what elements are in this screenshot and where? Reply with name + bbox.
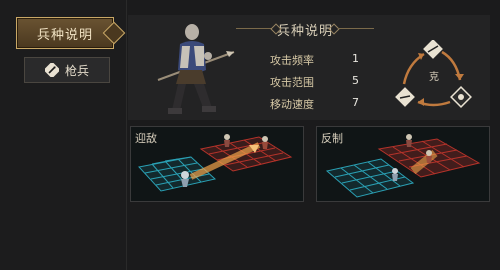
title-decor-line-right bbox=[338, 28, 374, 29]
archer-unit-icon bbox=[395, 87, 415, 107]
panel-title-text: 兵种说明 bbox=[276, 23, 333, 39]
title-decor-line-left bbox=[236, 28, 272, 29]
stat-label: 移动速度 bbox=[270, 98, 314, 111]
stat-move-speed: 移动速度 7 bbox=[270, 96, 370, 112]
tab-unit-description-label: 兵种说明 bbox=[36, 27, 93, 43]
demo-counter: 反制 bbox=[316, 126, 490, 202]
stat-value: 7 bbox=[352, 96, 359, 109]
demo-engage: 迎敌 bbox=[130, 126, 304, 202]
demo-title: 反制 bbox=[321, 132, 343, 145]
demo-title: 迎敌 bbox=[135, 132, 157, 145]
stat-attack-frequency: 攻击频率 1 bbox=[270, 52, 370, 68]
spear-unit-icon bbox=[423, 40, 443, 59]
counter-center-char: 克 bbox=[429, 71, 439, 83]
unit-tab-label: 枪兵 bbox=[64, 63, 89, 78]
stat-label: 攻击范围 bbox=[270, 76, 314, 89]
counter-cycle-diagram: 克 bbox=[395, 40, 472, 108]
spearman-figure bbox=[157, 24, 235, 114]
stat-value: 1 bbox=[352, 52, 359, 65]
stat-attack-range: 攻击范围 5 bbox=[270, 74, 370, 90]
tab-unit-description[interactable]: 兵种说明 bbox=[16, 17, 126, 49]
stat-label: 攻击频率 bbox=[270, 54, 314, 67]
cavalry-unit-icon bbox=[450, 86, 472, 108]
stat-value: 5 bbox=[352, 74, 359, 87]
unit-tab-spearman[interactable]: 枪兵 bbox=[24, 57, 110, 83]
spear-icon bbox=[44, 63, 59, 77]
panel-title: 兵种说明 bbox=[230, 15, 380, 43]
